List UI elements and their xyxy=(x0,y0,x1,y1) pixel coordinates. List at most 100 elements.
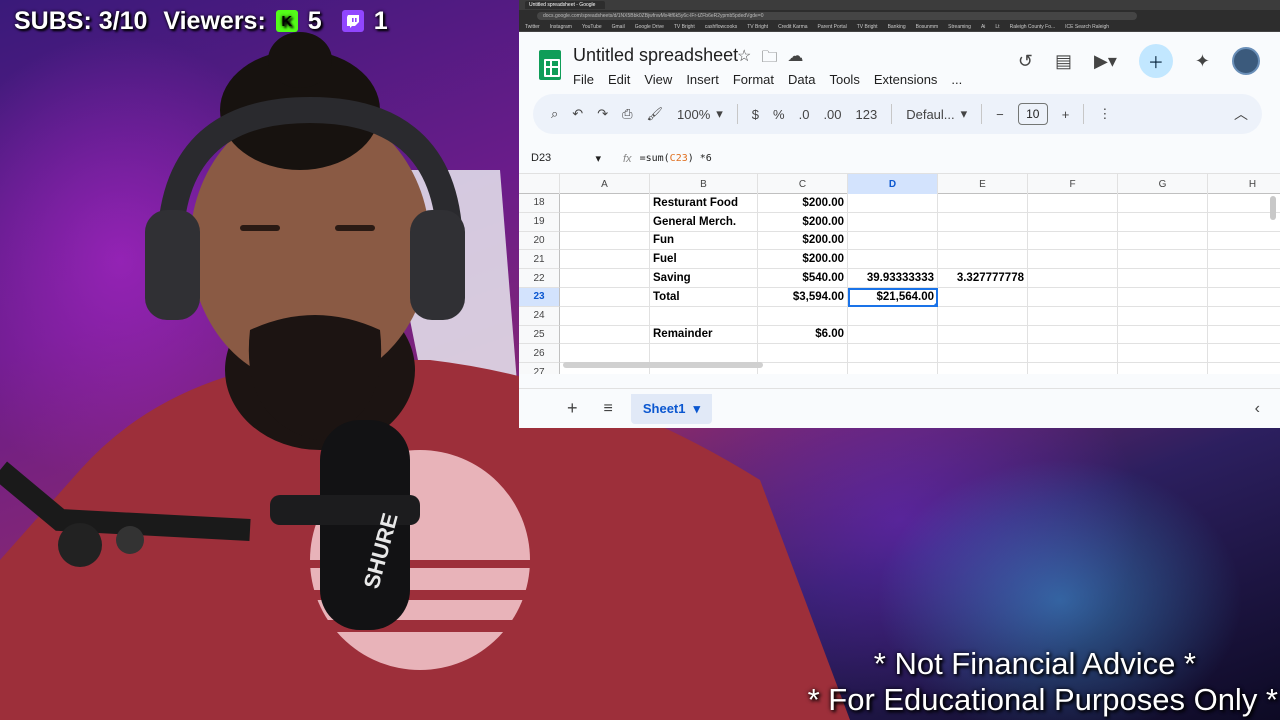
paint-format-icon[interactable]: 🖌 xyxy=(647,106,664,122)
more-options-icon[interactable]: ⋮ xyxy=(1098,106,1111,122)
sheets-logo-icon[interactable] xyxy=(539,50,561,80)
document-title[interactable]: Untitled spreadsheet xyxy=(573,45,738,66)
collapse-sidebar-icon[interactable]: ‹ xyxy=(1255,400,1260,418)
zoom-select[interactable]: 100% ▾ xyxy=(677,106,723,122)
cell-g25[interactable] xyxy=(1118,325,1208,345)
cell-g22[interactable] xyxy=(1118,269,1208,288)
row-header[interactable]: 25 xyxy=(519,325,560,345)
row-header[interactable]: 24 xyxy=(519,306,560,326)
menu-item[interactable]: Insert xyxy=(686,72,719,87)
decrease-decimal-button[interactable]: .0 xyxy=(799,107,810,122)
row-header[interactable]: 21 xyxy=(519,250,560,270)
formula-input[interactable]: =sum(C23) *6 xyxy=(640,153,712,164)
comments-icon[interactable]: ▤ xyxy=(1055,51,1072,72)
cell-e18[interactable] xyxy=(938,194,1028,213)
cell-d19[interactable] xyxy=(848,212,938,232)
horizontal-scrollbar[interactable] xyxy=(563,362,763,368)
cell-d24[interactable] xyxy=(848,306,938,326)
menu-item[interactable]: Extensions xyxy=(874,72,938,87)
cell-c25[interactable]: $6.00 xyxy=(758,325,848,345)
column-header-a[interactable]: A xyxy=(560,174,650,194)
tab-sheet1[interactable]: Sheet1 ▾ xyxy=(630,393,713,424)
cell-e24[interactable] xyxy=(938,306,1028,326)
cell-a24[interactable] xyxy=(560,306,650,326)
currency-format-button[interactable]: $ xyxy=(752,107,759,122)
cell-f21[interactable] xyxy=(1028,250,1118,270)
column-header-b[interactable]: B xyxy=(650,174,758,194)
cell-c19[interactable]: $200.00 xyxy=(758,212,848,232)
cell-c20[interactable]: $200.00 xyxy=(758,231,848,251)
bookmark-item[interactable]: Gmail xyxy=(612,24,625,30)
cell-h24[interactable] xyxy=(1208,307,1280,326)
cell-b24[interactable] xyxy=(650,306,758,326)
bookmark-item[interactable]: Streaming xyxy=(948,24,971,30)
bookmark-item[interactable]: Parent Portal xyxy=(818,24,847,30)
bookmark-item[interactable]: ICE Search Raleigh xyxy=(1065,24,1109,30)
meet-icon[interactable]: ▶▾ xyxy=(1094,51,1117,72)
cell-a18[interactable] xyxy=(560,194,650,213)
row-header[interactable]: 19 xyxy=(519,212,560,232)
share-button[interactable]: ＋ xyxy=(1138,44,1173,78)
cell-f26[interactable] xyxy=(1028,344,1118,364)
row-header[interactable]: 22 xyxy=(519,269,560,288)
row-header[interactable]: 18 xyxy=(519,194,560,213)
cell-d27[interactable] xyxy=(848,363,938,374)
cell-b22[interactable]: Saving xyxy=(650,269,758,288)
bookmark-item[interactable]: YouTube xyxy=(582,24,602,30)
bookmark-item[interactable]: Bosunmm xyxy=(916,24,939,30)
cell-d26[interactable] xyxy=(848,344,938,364)
cell-g20[interactable] xyxy=(1118,231,1208,251)
cloud-status-icon[interactable]: ☁ xyxy=(787,46,803,73)
version-history-icon[interactable]: ↺ xyxy=(1018,51,1033,72)
percent-format-button[interactable]: % xyxy=(773,107,785,122)
cell-d23[interactable]: $21,564.00 xyxy=(848,287,938,307)
cell-f19[interactable] xyxy=(1028,212,1118,232)
cell-d20[interactable] xyxy=(848,231,938,251)
cell-c21[interactable]: $200.00 xyxy=(758,250,848,270)
url-field[interactable]: docs.google.com/spreadsheets/d/1NX5Bbk0Z… xyxy=(537,12,1137,20)
cell-c26[interactable] xyxy=(758,344,848,364)
browser-tab-active[interactable]: Untitled spreadsheet - Google xyxy=(525,1,605,9)
cell-f20[interactable] xyxy=(1028,231,1118,251)
cell-a25[interactable] xyxy=(560,325,650,345)
column-header-c[interactable]: C xyxy=(758,174,848,194)
cell-b26[interactable] xyxy=(650,344,758,364)
cell-g21[interactable] xyxy=(1118,250,1208,270)
cell-h23[interactable] xyxy=(1208,288,1280,307)
menu-item[interactable]: View xyxy=(644,72,672,87)
cell-a19[interactable] xyxy=(560,212,650,232)
cell-a23[interactable] xyxy=(560,287,650,307)
cell-c22[interactable]: $540.00 xyxy=(758,269,848,288)
cell-b20[interactable]: Fun xyxy=(650,231,758,251)
bookmark-item[interactable]: Ai xyxy=(981,24,985,30)
cell-b21[interactable]: Fuel xyxy=(650,250,758,270)
menu-item[interactable]: ... xyxy=(951,72,962,87)
bookmark-item[interactable]: Lt xyxy=(995,24,999,30)
cell-f27[interactable] xyxy=(1028,363,1118,374)
cell-h25[interactable] xyxy=(1208,326,1280,345)
cell-e23[interactable] xyxy=(938,287,1028,307)
cell-g24[interactable] xyxy=(1118,306,1208,326)
star-icon[interactable]: ☆ xyxy=(737,46,751,73)
avatar[interactable] xyxy=(1232,47,1260,75)
menu-item[interactable]: Edit xyxy=(608,72,630,87)
font-size-decrease-button[interactable]: − xyxy=(996,107,1004,122)
row-header[interactable]: 26 xyxy=(519,344,560,364)
cell-e21[interactable] xyxy=(938,250,1028,270)
cell-b23[interactable]: Total xyxy=(650,287,758,307)
bookmark-item[interactable]: Instagram xyxy=(550,24,572,30)
cell-g23[interactable] xyxy=(1118,287,1208,307)
column-header-d[interactable]: D xyxy=(848,174,938,194)
cell-d18[interactable] xyxy=(848,194,938,213)
cell-f23[interactable] xyxy=(1028,287,1118,307)
undo-icon[interactable]: ↶ xyxy=(572,106,583,122)
cell-a20[interactable] xyxy=(560,231,650,251)
bookmark-item[interactable]: TV Bright xyxy=(857,24,878,30)
cell-c18[interactable]: $200.00 xyxy=(758,194,848,213)
cell-h22[interactable] xyxy=(1208,269,1280,288)
column-header-e[interactable]: E xyxy=(938,174,1028,194)
cell-a26[interactable] xyxy=(560,344,650,364)
cell-h26[interactable] xyxy=(1208,344,1280,364)
cell-d22[interactable]: 39.93333333 xyxy=(848,269,938,288)
redo-icon[interactable]: ↷ xyxy=(597,106,608,122)
